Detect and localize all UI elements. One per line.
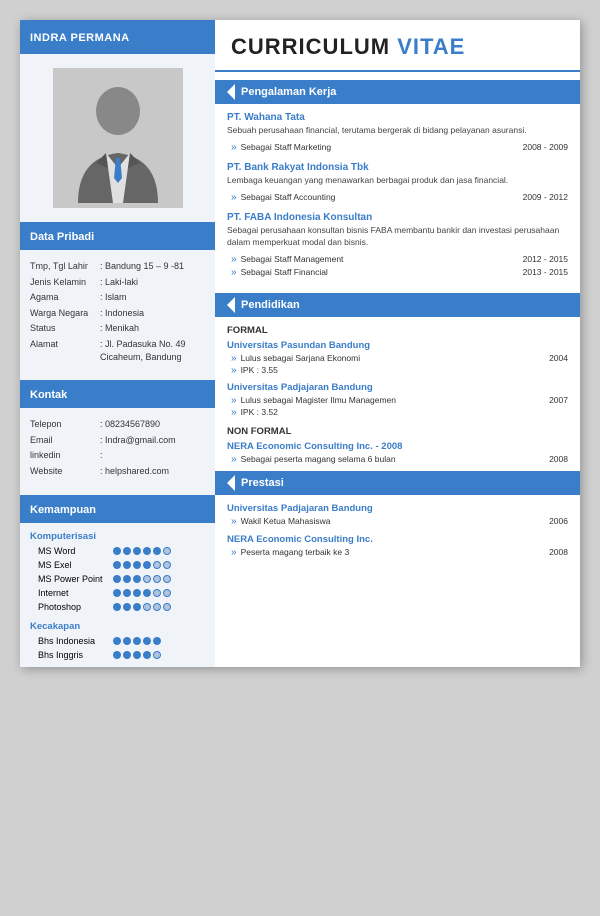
skill-msword: MS Word xyxy=(20,545,215,557)
prestasi-content: Universitas Padjajaran Bandung Wakil Ket… xyxy=(215,503,580,569)
prestasi-header: Prestasi xyxy=(215,471,580,495)
photo-area xyxy=(53,68,183,208)
edu-row: IPK : 3.55 xyxy=(227,365,568,376)
data-pribadi-header: Data Pribadi xyxy=(20,222,215,250)
skill-msexel: MS Exel xyxy=(20,559,215,571)
prestasi-section: Prestasi Universitas Padjajaran Bandung … xyxy=(215,471,580,569)
kontak-header: Kontak xyxy=(20,380,215,408)
uni-padjajaran: Universitas Padjajaran Bandung xyxy=(227,382,568,393)
kemampuan-title: Kemampuan xyxy=(30,504,96,516)
skill-bhs-indonesia: Bhs Indonesia xyxy=(20,635,215,647)
list-item: Telepon : 08234567890 xyxy=(30,418,205,431)
job-role-row: Sebagai Staff Management 2012 - 2015 xyxy=(227,253,568,266)
job-pt-wahana: PT. Wahana Tata Sebuah perusahaan financ… xyxy=(215,112,580,162)
edu-row: Lulus sebagai Magister Ilmu Managemen 20… xyxy=(227,395,568,406)
list-item: Tmp, Tgl Lahir : Bandung 15 – 9 -81 xyxy=(30,260,205,273)
pendidikan-header: Pendidikan xyxy=(215,293,580,317)
list-item: Jenis Kelamin : Laki-laki xyxy=(30,276,205,289)
prestasi-title: Prestasi xyxy=(241,477,284,489)
pengalaman-header: Pengalaman Kerja xyxy=(215,80,580,104)
kecakapan-label: Kecakapan xyxy=(20,619,215,632)
kemampuan-header: Kemampuan xyxy=(20,495,215,523)
job-role-row: Sebagai Staff Financial 2013 - 2015 xyxy=(227,266,568,279)
uni-pasundan: Universitas Pasundan Bandung xyxy=(227,340,568,351)
list-item: Agama : Islam xyxy=(30,291,205,304)
right-column: CURRICULUM VITAE Pengalaman Kerja PT. Wa… xyxy=(215,20,580,667)
kemampuan-section: Kemampuan Komputerisasi MS Word MS Exel xyxy=(20,495,215,661)
skill-bhs-inggris: Bhs Inggris xyxy=(20,649,215,661)
kontak-title: Kontak xyxy=(30,389,67,401)
company-name: PT. Wahana Tata xyxy=(227,112,568,123)
pengalaman-section: Pengalaman Kerja PT. Wahana Tata Sebuah … xyxy=(215,80,580,287)
list-item: Status : Menikah xyxy=(30,322,205,335)
komputerisasi-label: Komputerisasi xyxy=(20,529,215,542)
cv-page: INDRA PERMANA Data Pribadi xyxy=(20,20,580,667)
cv-title: CURRICULUM VITAE xyxy=(215,20,580,72)
company-desc: Sebuah perusahaan financial, terutama be… xyxy=(227,125,568,137)
edu-row: Lulus sebagai Sarjana Ekonomi 2004 xyxy=(227,353,568,364)
uni-nera: NERA Economic Consulting Inc. - 2008 xyxy=(227,441,568,452)
left-column: INDRA PERMANA Data Pribadi xyxy=(20,20,215,667)
list-item: linkedin : xyxy=(30,449,205,462)
job-pt-bri: PT. Bank Rakyat Indonsia Tbk Lembaga keu… xyxy=(215,162,580,212)
pendidikan-section: Pendidikan FORMAL Universitas Pasundan B… xyxy=(215,293,580,465)
job-role-row: Sebagai Staff Accounting 2009 - 2012 xyxy=(227,191,568,204)
prestasi-uni-2: NERA Economic Consulting Inc. xyxy=(227,534,568,545)
data-pribadi-section: Data Pribadi Tmp, Tgl Lahir : Bandung 15… xyxy=(20,222,215,374)
prestasi-uni-1: Universitas Padjajaran Bandung xyxy=(227,503,568,514)
list-item: Website : helpshared.com xyxy=(30,465,205,478)
list-item: Warga Negara : Indonesia xyxy=(30,307,205,320)
company-desc: Lembaga keuangan yang menawarkan berbaga… xyxy=(227,175,568,187)
edu-row: Sebagai peserta magang selama 6 bulan 20… xyxy=(227,454,568,465)
data-pribadi-title: Data Pribadi xyxy=(30,231,94,243)
nonformal-label: NON FORMAL xyxy=(227,426,568,437)
company-name: PT. Bank Rakyat Indonsia Tbk xyxy=(227,162,568,173)
vitae-text: VITAE xyxy=(397,34,465,59)
kontak-table: Telepon : 08234567890 Email : Indra@gmai… xyxy=(20,414,215,488)
edu-row: IPK : 3.52 xyxy=(227,407,568,418)
company-name: PT. FABA Indonesia Konsultan xyxy=(227,212,568,223)
pengalaman-title: Pengalaman Kerja xyxy=(241,86,336,98)
skill-internet: Internet xyxy=(20,587,215,599)
skill-mspowerpoint: MS Power Point xyxy=(20,573,215,585)
pendidikan-title: Pendidikan xyxy=(241,299,300,311)
list-item: Email : Indra@gmail.com xyxy=(30,434,205,447)
data-pribadi-table: Tmp, Tgl Lahir : Bandung 15 – 9 -81 Jeni… xyxy=(20,256,215,374)
list-item: Alamat : Jl. Padasuka No. 49 Cicaheum, B… xyxy=(30,338,205,363)
name-bar: INDRA PERMANA xyxy=(20,20,215,54)
prestasi-row: Wakil Ketua Mahasiswa 2006 xyxy=(227,516,568,527)
kontak-section: Kontak Telepon : 08234567890 Email : Ind… xyxy=(20,380,215,488)
avatar-icon xyxy=(63,73,173,203)
job-role-row: Sebagai Staff Marketing 2008 - 2009 xyxy=(227,141,568,154)
skill-photoshop: Photoshop xyxy=(20,601,215,613)
job-pt-faba: PT. FABA Indonesia Konsultan Sebagai per… xyxy=(215,212,580,287)
curriculum-text: CURRICULUM xyxy=(231,34,397,59)
prestasi-row: Peserta magang terbaik ke 3 2008 xyxy=(227,547,568,558)
edu-content: FORMAL Universitas Pasundan Bandung Lulu… xyxy=(215,325,580,465)
company-desc: Sebagai perusahaan konsultan bisnis FABA… xyxy=(227,225,568,249)
full-name: INDRA PERMANA xyxy=(30,32,130,44)
formal-label: FORMAL xyxy=(227,325,568,336)
cv-heading: CURRICULUM VITAE xyxy=(231,34,564,60)
